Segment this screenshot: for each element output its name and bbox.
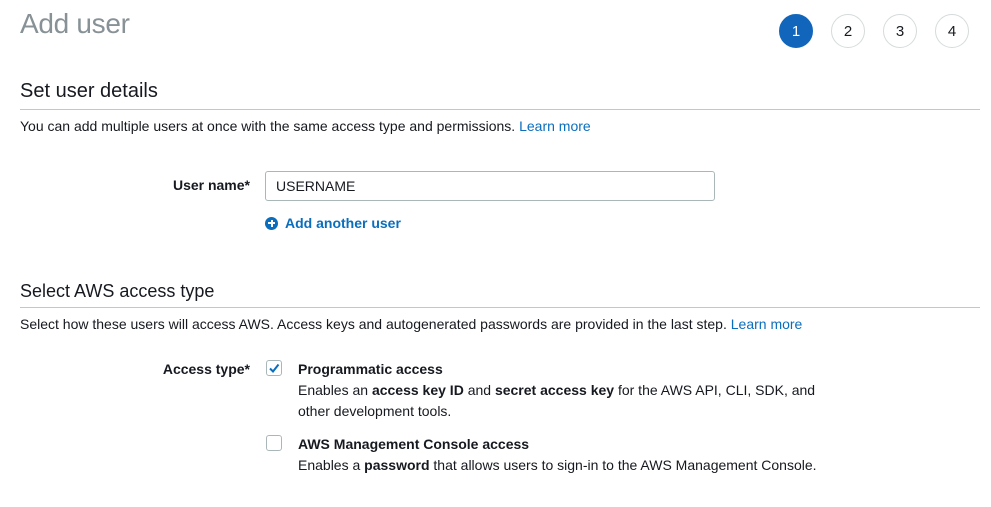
desc-bold: access key ID	[371, 382, 464, 398]
add-another-user-label: Add another user	[285, 215, 401, 231]
page-title: Add user	[20, 8, 130, 39]
step-4[interactable]: 4	[935, 14, 969, 48]
user-details-description: You can add multiple users at once with …	[20, 118, 591, 134]
divider	[20, 109, 980, 110]
desc-bold: secret access key	[494, 382, 615, 398]
user-name-input[interactable]	[265, 171, 715, 201]
desc-text: and	[463, 382, 495, 398]
console-access-description: Enables a password that allows users to …	[298, 455, 828, 476]
programmatic-access-checkbox[interactable]	[266, 360, 282, 376]
user-details-heading: Set user details	[20, 80, 158, 102]
step-2[interactable]: 2	[831, 14, 865, 48]
add-another-user-button[interactable]: Add another user	[265, 215, 401, 231]
description-text: Select how these users will access AWS. …	[20, 316, 727, 332]
desc-bold: password	[364, 457, 430, 473]
desc-text: that allows users to sign-in to the AWS …	[429, 457, 817, 473]
step-3[interactable]: 3	[883, 14, 917, 48]
console-access-checkbox[interactable]	[266, 435, 282, 451]
access-type-heading: Select AWS access type	[20, 281, 215, 301]
user-name-label: User name*	[172, 177, 250, 193]
learn-more-link[interactable]: Learn more	[731, 316, 803, 332]
desc-text: Enables a	[298, 457, 365, 473]
programmatic-access-title: Programmatic access	[298, 361, 443, 377]
console-access-title: AWS Management Console access	[298, 436, 530, 452]
wizard-steps: 1 2 3 4	[779, 14, 969, 48]
access-type-label: Access type*	[162, 361, 250, 377]
desc-text: Enables an	[298, 382, 372, 398]
learn-more-link[interactable]: Learn more	[519, 118, 591, 134]
programmatic-access-description: Enables an access key ID and secret acce…	[298, 380, 828, 422]
checkmark-icon	[269, 363, 280, 374]
divider	[20, 307, 980, 308]
plus-circle-icon	[265, 216, 278, 230]
description-text: You can add multiple users at once with …	[20, 118, 516, 134]
step-1[interactable]: 1	[779, 14, 813, 48]
access-type-description: Select how these users will access AWS. …	[20, 316, 802, 332]
